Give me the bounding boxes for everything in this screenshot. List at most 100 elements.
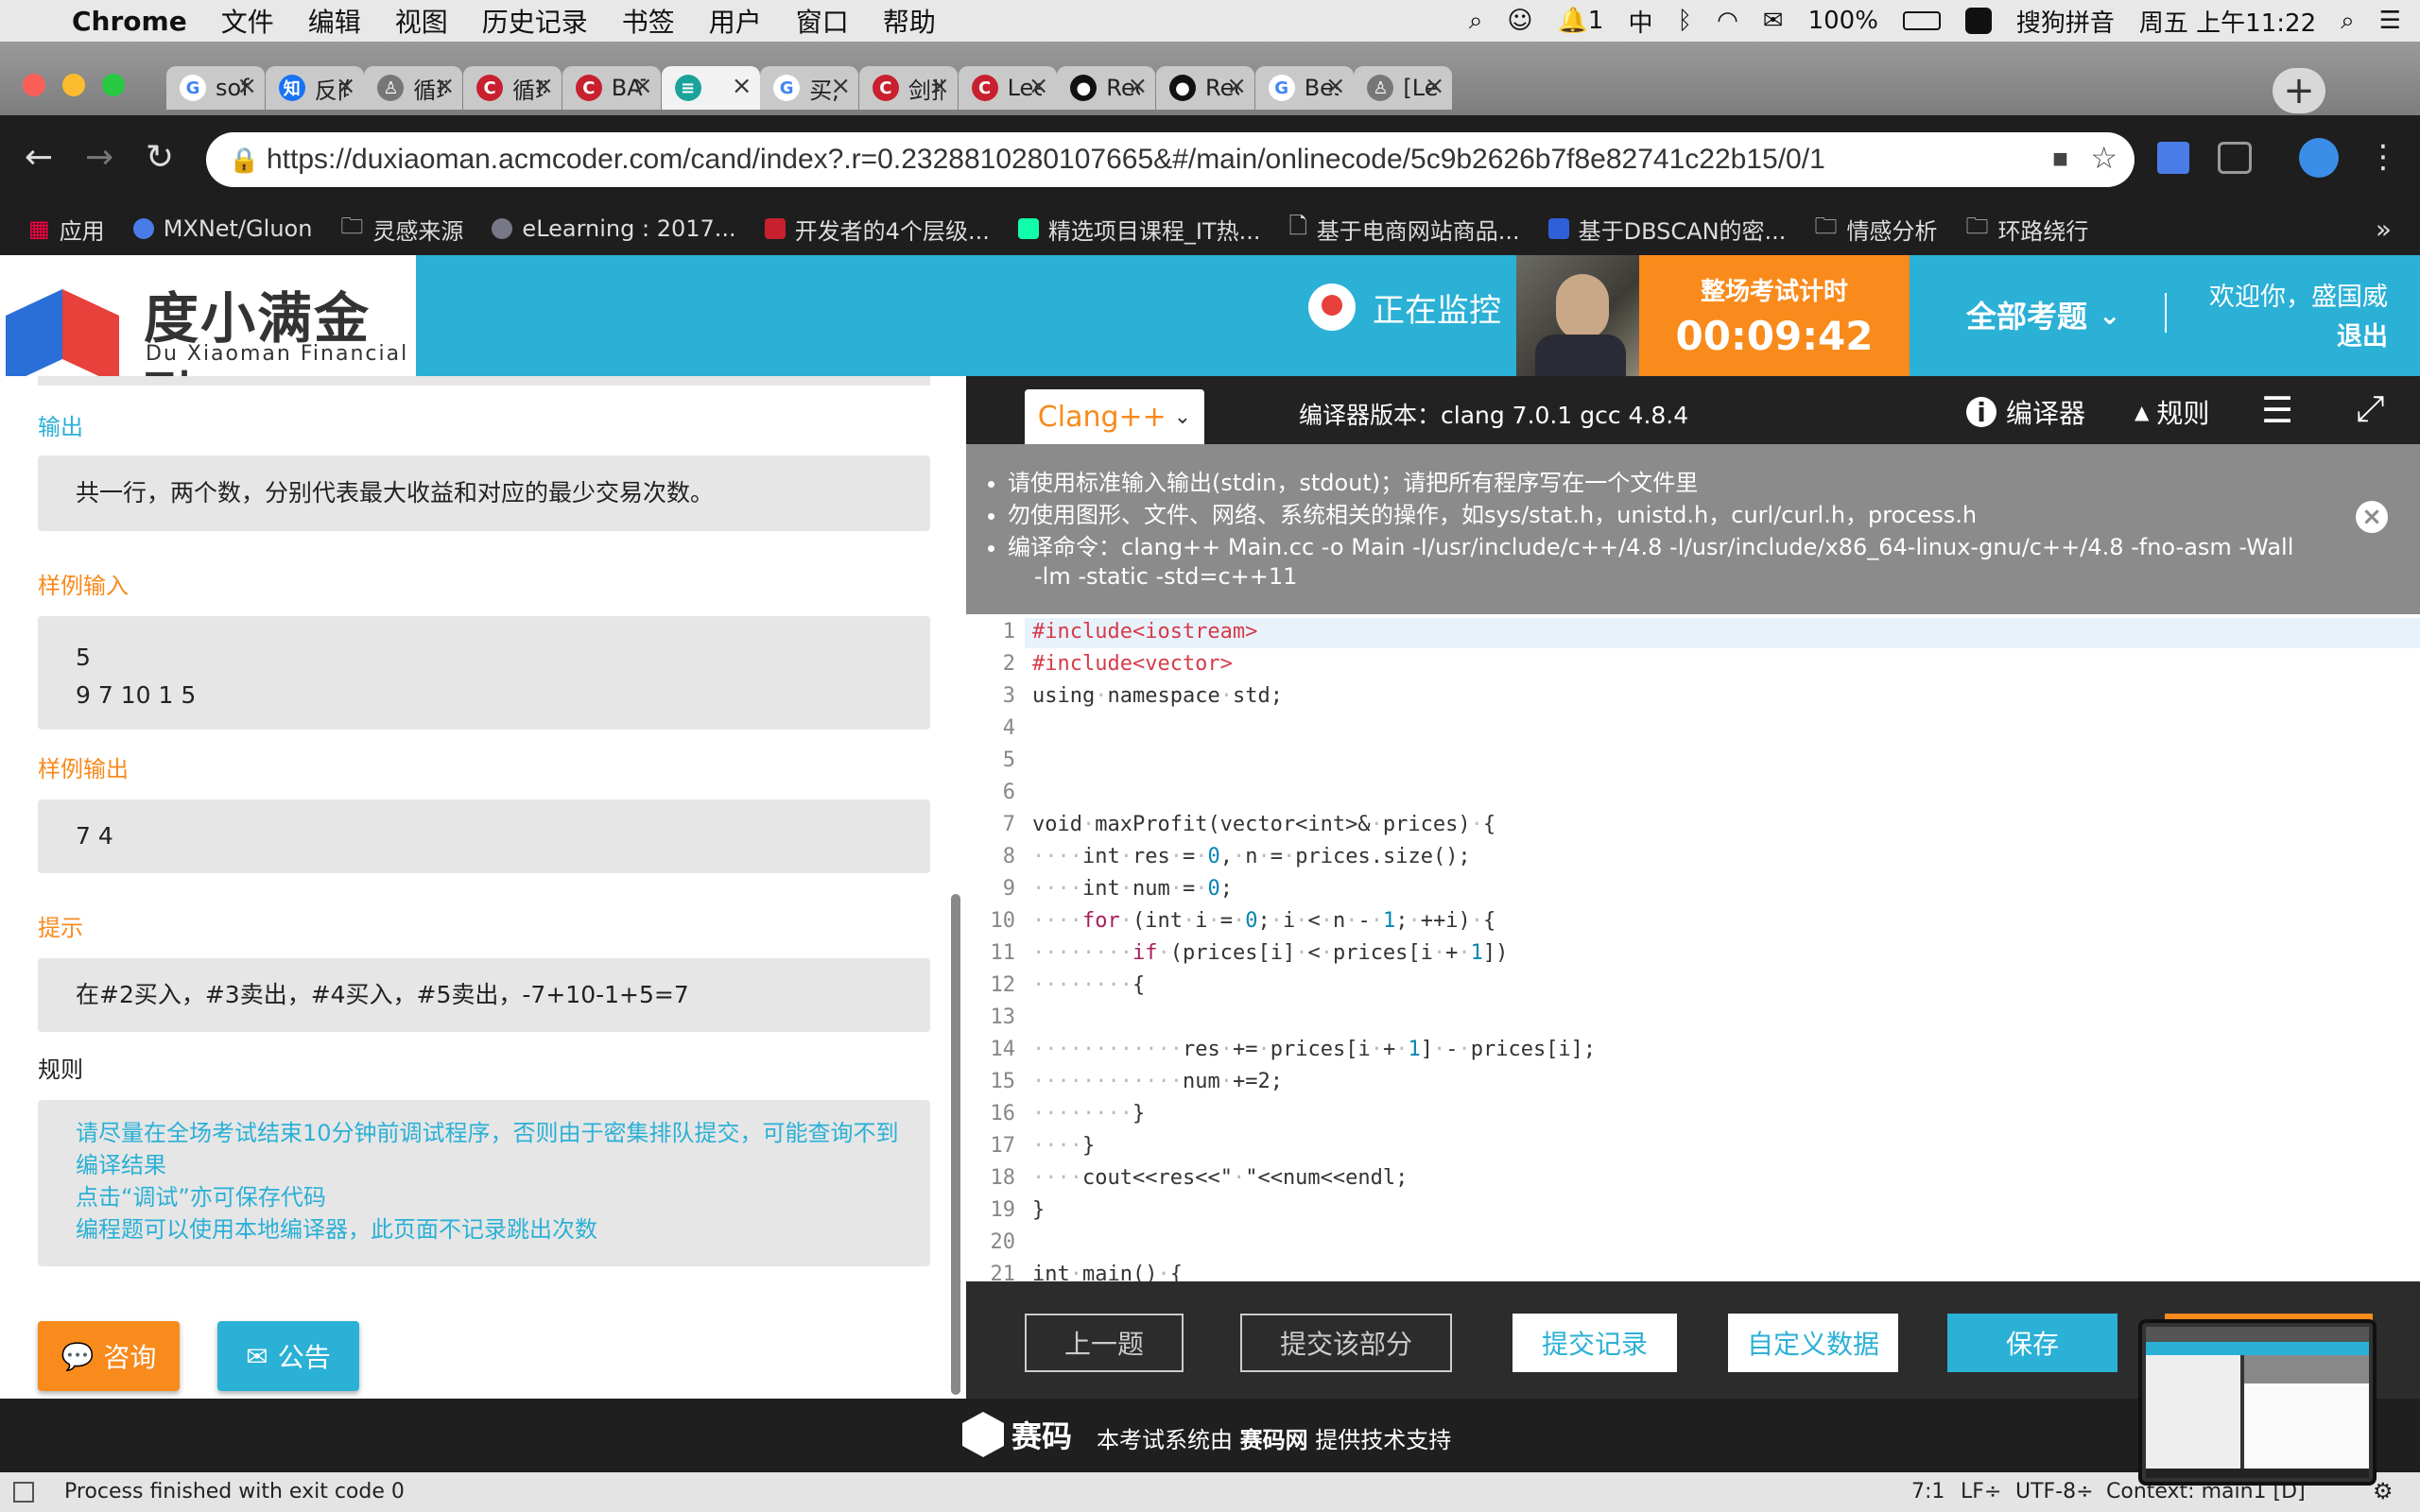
logout-link[interactable]: 退出 — [2337, 316, 2388, 352]
new-tab-button[interactable]: + — [2273, 68, 2325, 113]
code-line[interactable]: ····int·res·=·0,·n·=·prices.size(); — [1032, 845, 1471, 868]
battery-percent[interactable]: 100% — [1808, 7, 1878, 35]
spotlight-app-icon[interactable]: ⌕ — [1469, 7, 1483, 36]
footer-brand-link[interactable]: 赛码网 — [1240, 1427, 1308, 1453]
browser-tab[interactable]: 知反向× — [265, 66, 364, 110]
browser-tab[interactable]: CBAT× — [562, 66, 661, 110]
code-line[interactable]: ····for·(int·i·=·0;·i·<·n·-·1;·++i)·{ — [1032, 909, 1495, 933]
encoding[interactable]: UTF-8÷ — [2015, 1480, 2094, 1503]
bookmark-item[interactable]: 🗋 基于电商网站商品... — [1288, 210, 1519, 249]
indent-icon[interactable]: ☰ — [2261, 389, 2293, 431]
left-scrollbar[interactable] — [951, 894, 960, 1395]
close-tab-icon[interactable]: × — [830, 72, 851, 100]
submission-history-button[interactable]: 提交记录 — [1512, 1314, 1677, 1372]
code-line[interactable]: ············num·+=2; — [1032, 1070, 1283, 1093]
fullscreen-icon[interactable]: ⤢ — [2356, 387, 2384, 430]
zoom-window-icon[interactable] — [102, 74, 125, 96]
wifi-icon[interactable]: ◠ — [1717, 7, 1738, 35]
code-line[interactable]: int·main()·{ — [1032, 1263, 1183, 1281]
browser-tab[interactable]: CLeet× — [958, 66, 1057, 110]
search-icon[interactable]: ⌕ — [2341, 7, 2355, 36]
browser-tab[interactable]: G 买, × — [760, 66, 859, 110]
close-tab-icon[interactable]: × — [435, 72, 456, 100]
close-tab-icon[interactable]: × — [236, 72, 257, 100]
prev-question-button[interactable]: 上一题 — [1025, 1314, 1184, 1372]
close-tab-icon[interactable]: × — [533, 72, 554, 100]
announcement-button[interactable]: ✉ 公告 — [217, 1321, 359, 1391]
bookmark-folder[interactable]: 🗀 情感分析 — [1814, 210, 1937, 249]
all-questions-dropdown[interactable]: 全部考题 ⌄ — [1966, 293, 2120, 336]
code-line[interactable]: ············res·+=·prices[i·+·1]·-·price… — [1032, 1038, 1596, 1061]
browser-tab[interactable]: C剑指× — [858, 66, 958, 110]
back-icon[interactable]: ← — [25, 138, 53, 177]
menu-bookmarks[interactable]: 书签 — [622, 2, 675, 40]
code-line[interactable]: ········} — [1032, 1102, 1145, 1125]
emoji-icon[interactable]: ☺ — [1507, 7, 1532, 35]
close-window-icon[interactable] — [23, 74, 45, 96]
code-line[interactable]: } — [1032, 1198, 1045, 1222]
menu-file[interactable]: 文件 — [221, 2, 274, 40]
save-button[interactable]: 保存 — [1947, 1314, 2118, 1372]
chrome-menu-icon[interactable]: ⋮ — [2367, 138, 2399, 176]
browser-tab[interactable]: ●Rec× — [1057, 66, 1156, 110]
browser-tab[interactable]: Gsoft× — [166, 66, 265, 110]
bookmark-folder[interactable]: 🗀 灵感来源 — [340, 210, 463, 249]
notification-icon[interactable]: 🔔1 — [1558, 7, 1604, 35]
browser-tab[interactable]: ♙循环× — [364, 66, 463, 110]
bookmark-item[interactable]: MXNet/Gluon — [132, 215, 312, 242]
forward-icon[interactable]: → — [85, 138, 113, 177]
bookmark-item[interactable]: 开发者的4个层级... — [764, 213, 990, 246]
close-tab-icon[interactable]: × — [1425, 72, 1445, 100]
bookmark-item[interactable]: 精选项目课程_IT热... — [1017, 213, 1260, 246]
close-tab-icon[interactable]: × — [929, 72, 950, 100]
custom-data-button[interactable]: 自定义数据 — [1728, 1314, 1898, 1372]
menu-history[interactable]: 历史记录 — [482, 2, 588, 40]
browser-tab[interactable]: C循环× — [463, 66, 562, 110]
camera-icon[interactable]: ■ — [2052, 144, 2068, 174]
close-tab-icon[interactable]: × — [1226, 72, 1247, 100]
browser-tab[interactable]: GBes× — [1254, 66, 1354, 110]
browser-tab[interactable]: ●Rec× — [1156, 66, 1254, 110]
bookmarks-overflow[interactable]: » — [2376, 214, 2392, 245]
settings-icon[interactable]: ⚙ — [2373, 1478, 2394, 1504]
extension-icon[interactable] — [2218, 142, 2252, 174]
line-ending[interactable]: LF÷ — [1961, 1480, 2001, 1503]
code-line[interactable]: ····cout<<res<<"·"<<num<<endl; — [1032, 1166, 1408, 1190]
menu-window[interactable]: 窗口 — [796, 2, 849, 40]
bookmark-star-icon[interactable]: ☆ — [2090, 140, 2118, 176]
bookmark-item[interactable]: 基于DBSCAN的密... — [1547, 213, 1786, 246]
code-line[interactable]: ····} — [1032, 1134, 1095, 1158]
menu-user[interactable]: 用户 — [709, 2, 762, 40]
close-tab-icon[interactable]: × — [336, 72, 356, 100]
rules-toggle[interactable]: ▲ 规则 — [2135, 393, 2209, 431]
bluetooth-icon[interactable]: ᛒ — [1677, 7, 1692, 35]
code-line[interactable]: void·maxProfit(vector<int>&·prices)·{ — [1032, 813, 1495, 836]
submit-part-button[interactable]: 提交该部分 — [1240, 1314, 1452, 1372]
control-center-icon[interactable]: ☰ — [2379, 7, 2401, 35]
screenshot-thumbnail[interactable] — [2138, 1319, 2377, 1486]
clock[interactable]: 周五 上午11:22 — [2139, 4, 2316, 39]
close-tab-icon[interactable]: × — [1128, 72, 1149, 100]
browser-tab[interactable]: ≡ × — [661, 66, 760, 110]
code-line[interactable]: using·namespace·std; — [1032, 684, 1283, 708]
bookmark-apps[interactable]: ▦ 应用 — [28, 213, 105, 246]
minimize-window-icon[interactable] — [62, 74, 85, 96]
menu-edit[interactable]: 编辑 — [308, 2, 361, 40]
bookmark-item[interactable]: eLearning : 2017... — [492, 215, 736, 242]
code-line[interactable]: #include<iostream> — [1032, 620, 1257, 644]
language-select[interactable]: Clang++ ⌄ — [1025, 389, 1204, 444]
cursor-position[interactable]: 7:1 — [1911, 1480, 1945, 1503]
translate-extension-icon[interactable] — [2157, 142, 2189, 174]
wechat-icon[interactable]: ✉ — [1763, 7, 1784, 35]
profile-avatar-icon[interactable] — [2299, 138, 2339, 178]
browser-tab[interactable]: ♙[Lee× — [1354, 66, 1453, 110]
ime-indicator[interactable]: 中 — [1628, 4, 1652, 39]
close-tab-icon[interactable]: × — [1325, 72, 1346, 100]
code-line[interactable]: ········if·(prices[i]·<·prices[i·+·1]) — [1032, 941, 1508, 965]
bookmark-folder[interactable]: 🗀 环路绕行 — [1965, 210, 2088, 249]
menu-view[interactable]: 视图 — [395, 2, 448, 40]
close-notice-icon[interactable]: × — [2356, 501, 2388, 533]
input-method-label[interactable]: 搜狗拼音 — [2016, 4, 2115, 39]
menu-help[interactable]: 帮助 — [883, 2, 936, 40]
close-tab-icon[interactable]: × — [632, 72, 653, 100]
